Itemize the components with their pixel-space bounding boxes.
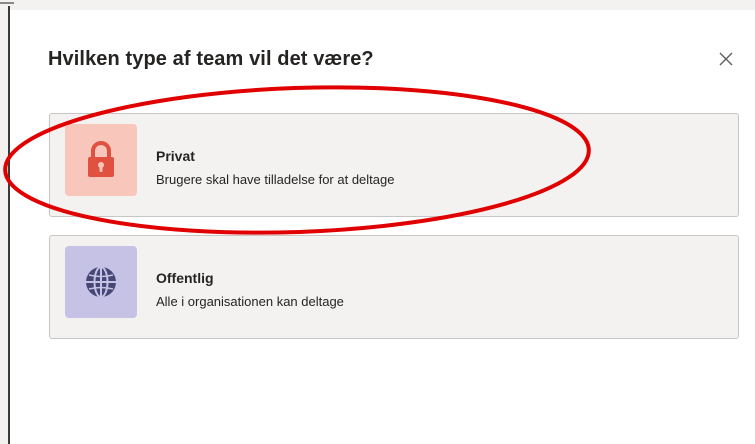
option-public-title: Offentlig [156,270,214,286]
app-window: Hvilken type af team vil det være? Priva… [0,0,755,444]
window-left-tick [0,2,14,4]
option-public-card[interactable]: Offentlig Alle i organisationen kan delt… [49,235,739,339]
window-top-strip [0,0,755,10]
option-private-description: Brugere skal have tilladelse for at delt… [156,172,395,187]
team-type-dialog: Hvilken type af team vil det være? Priva… [10,10,755,444]
option-private-card[interactable]: Privat Brugere skal have tilladelse for … [49,113,739,217]
option-public-description: Alle i organisationen kan deltage [156,294,344,309]
close-icon [719,52,733,66]
globe-icon [86,266,116,298]
dialog-title: Hvilken type af team vil det være? [48,48,374,70]
private-icon-box [65,124,137,196]
lock-icon [88,141,114,177]
public-icon-box [65,246,137,318]
close-button[interactable] [714,47,738,71]
option-private-title: Privat [156,148,195,164]
